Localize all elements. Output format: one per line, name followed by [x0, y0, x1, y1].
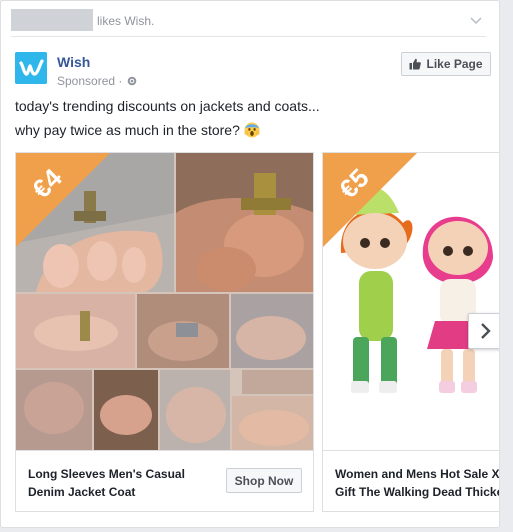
- page-name-link[interactable]: Wish: [57, 54, 90, 70]
- redacted-name: [11, 9, 93, 31]
- like-page-label: Like Page: [426, 57, 483, 71]
- sponsored-label[interactable]: Sponsored ·: [57, 74, 122, 88]
- product-image-collage[interactable]: €4: [16, 153, 313, 450]
- story-header: likes Wish.: [11, 6, 486, 37]
- likes-text: likes Wish.: [97, 14, 155, 28]
- shop-now-button[interactable]: Shop Now: [226, 468, 302, 493]
- chevron-down-icon[interactable]: [468, 12, 484, 28]
- thumbs-up-icon: [409, 58, 422, 70]
- globe-icon: [127, 76, 137, 86]
- item-title[interactable]: Long Sleeves Men's Casual Denim Jacket C…: [28, 465, 218, 501]
- wish-logo[interactable]: [15, 52, 47, 84]
- chevron-right-icon: [481, 323, 491, 339]
- item-footer: Women and Mens Hot Sale Xm Gift The Walk…: [323, 450, 500, 511]
- post-text-line-2: why pay twice as much in the store?: [15, 122, 260, 138]
- post-text-line-1: today's trending discounts on jackets an…: [15, 98, 320, 114]
- product-image[interactable]: €5: [323, 153, 499, 450]
- item-title-line-2: Gift The Walking Dead Thicker: [335, 485, 500, 499]
- item-footer: Long Sleeves Men's Casual Denim Jacket C…: [16, 450, 313, 511]
- ad-card: likes Wish. Wish Sponsored · Like Page t…: [0, 0, 500, 528]
- item-title[interactable]: Women and Mens Hot Sale Xm Gift The Walk…: [335, 465, 500, 501]
- carousel-next-button[interactable]: [468, 313, 499, 349]
- carousel-item[interactable]: €4 Long Sleeves Men's Casual Denim Jacke…: [15, 152, 314, 512]
- post-text-line-2-text: why pay twice as much in the store?: [15, 122, 240, 138]
- item-title-line-1: Women and Mens Hot Sale Xm: [335, 467, 500, 481]
- scream-emoji-icon: [244, 122, 260, 138]
- like-page-button[interactable]: Like Page: [401, 52, 491, 76]
